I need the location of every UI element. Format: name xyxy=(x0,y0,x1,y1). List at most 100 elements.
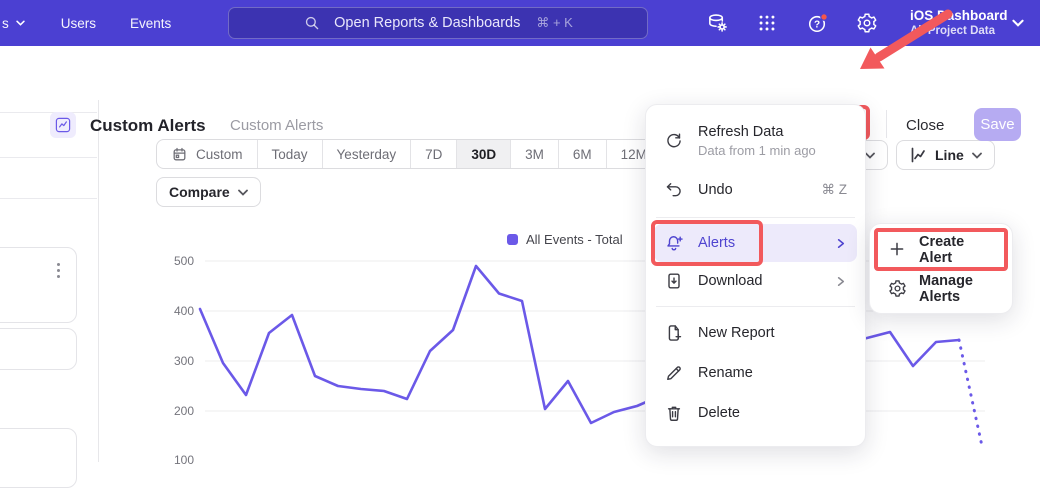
range-custom[interactable]: Custom xyxy=(157,140,257,168)
chevron-down-icon xyxy=(238,189,248,196)
chart-type-label: Line xyxy=(935,147,964,163)
range-7d[interactable]: 7D xyxy=(410,140,456,168)
settings-gear-icon[interactable] xyxy=(856,12,879,35)
undo-icon xyxy=(664,180,684,200)
range-label: 6M xyxy=(573,147,592,162)
line-chart-icon xyxy=(909,146,927,164)
data-management-icon[interactable] xyxy=(706,12,729,35)
y-axis-label: 300 xyxy=(160,354,194,368)
chevron-down-icon[interactable] xyxy=(1012,19,1024,27)
compare-button[interactable]: Compare xyxy=(156,177,261,207)
calendar-icon xyxy=(171,146,188,163)
alerts-submenu: Create Alert Manage Alerts xyxy=(869,223,1013,314)
submenu-item-create-alert[interactable]: Create Alert xyxy=(876,230,1006,269)
submenu-item-label: Manage Alerts xyxy=(919,273,994,305)
range-30d-selected[interactable]: 30D xyxy=(456,140,510,168)
sidebar-divider xyxy=(0,112,97,113)
y-axis-label: 500 xyxy=(160,254,194,268)
chevron-down-icon xyxy=(865,152,875,159)
chevron-down-icon xyxy=(972,152,982,159)
menu-divider xyxy=(656,217,855,218)
save-button[interactable]: Save xyxy=(974,108,1021,141)
search-placeholder: Open Reports & Dashboards xyxy=(334,15,520,31)
range-label: 12M xyxy=(621,147,647,162)
menu-item-label: Alerts xyxy=(698,235,735,251)
chart-type-button[interactable]: Line xyxy=(896,140,995,170)
help-icon[interactable]: ? xyxy=(806,12,829,35)
search-icon xyxy=(303,14,321,32)
project-scope: All Project Data xyxy=(910,24,1008,39)
menu-item-label: Rename xyxy=(698,365,753,381)
range-6m[interactable]: 6M xyxy=(558,140,606,168)
report-icon xyxy=(50,112,76,138)
range-label: Today xyxy=(272,147,308,162)
sidebar-divider xyxy=(0,198,97,199)
kebab-menu-icon[interactable] xyxy=(57,263,60,278)
menu-item-alerts[interactable]: Alerts xyxy=(654,224,857,262)
query-card[interactable] xyxy=(0,247,77,323)
sidebar-divider xyxy=(0,157,97,158)
menu-item-rename[interactable]: Rename xyxy=(654,353,857,393)
notification-badge xyxy=(821,13,828,20)
nav-item-users[interactable]: Users xyxy=(61,16,96,31)
breadcrumb[interactable]: Custom Alerts xyxy=(230,117,323,134)
refresh-icon xyxy=(664,131,684,151)
trash-icon xyxy=(664,403,684,423)
menu-item-label: New Report xyxy=(698,325,775,341)
range-label: 7D xyxy=(425,147,442,162)
gear-icon xyxy=(888,279,907,298)
range-yesterday[interactable]: Yesterday xyxy=(322,140,411,168)
query-card[interactable] xyxy=(0,428,77,488)
menu-item-download[interactable]: Download xyxy=(654,262,857,300)
menu-item-delete[interactable]: Delete xyxy=(654,393,857,433)
menu-divider xyxy=(656,306,855,307)
menu-item-undo[interactable]: Undo ⌘ Z xyxy=(654,169,857,211)
nav-item-truncated[interactable]: s xyxy=(2,16,25,31)
project-name: iOS Dashboard xyxy=(910,7,1008,24)
y-axis-label: 400 xyxy=(160,304,194,318)
more-options-menu: Refresh Data Data from 1 min ago Undo ⌘ … xyxy=(645,104,866,447)
submenu-item-label: Create Alert xyxy=(919,234,994,266)
divider xyxy=(886,110,887,138)
menu-item-label: Refresh Data xyxy=(698,124,816,140)
apps-grid-icon[interactable] xyxy=(756,12,779,35)
submenu-item-manage-alerts[interactable]: Manage Alerts xyxy=(876,269,1006,308)
compare-label: Compare xyxy=(169,184,230,200)
chevron-down-icon xyxy=(16,20,25,26)
range-today[interactable]: Today xyxy=(257,140,322,168)
nav-item-events[interactable]: Events xyxy=(130,16,171,31)
search-shortcut: ⌘ + K xyxy=(536,15,573,31)
project-switcher[interactable]: iOS Dashboard All Project Data xyxy=(910,7,1008,39)
range-label: Custom xyxy=(196,147,243,162)
menu-item-label: Undo xyxy=(698,182,733,198)
date-range-segmented-control: Custom Today Yesterday 7D 30D 3M 6M 12M xyxy=(156,139,662,169)
svg-text:?: ? xyxy=(814,19,820,30)
new-report-icon xyxy=(664,323,684,343)
chart-legend: All Events - Total xyxy=(507,232,623,247)
chart-line-dashed-tail xyxy=(959,340,982,446)
chevron-right-icon xyxy=(834,237,847,250)
range-label: 3M xyxy=(525,147,544,162)
query-card[interactable] xyxy=(0,328,77,370)
range-label: 30D xyxy=(471,147,496,162)
plus-icon xyxy=(888,240,907,259)
query-sidebar xyxy=(0,100,99,462)
range-3m[interactable]: 3M xyxy=(510,140,558,168)
menu-item-new-report[interactable]: New Report xyxy=(654,313,857,353)
report-header: Custom Alerts Custom Alerts GV Duplicate… xyxy=(0,46,1040,100)
download-icon xyxy=(664,271,684,291)
menu-item-refresh-data[interactable]: Refresh Data Data from 1 min ago xyxy=(654,113,857,169)
alerts-bell-icon xyxy=(664,233,684,253)
keyboard-shortcut: ⌘ Z xyxy=(822,182,848,198)
close-button[interactable]: Close xyxy=(906,117,944,134)
y-axis-label: 200 xyxy=(160,404,194,418)
range-label: Yesterday xyxy=(337,147,397,162)
page-title: Custom Alerts xyxy=(90,116,206,136)
menu-item-label: Delete xyxy=(698,405,740,421)
legend-label: All Events - Total xyxy=(526,232,623,247)
global-search[interactable]: Open Reports & Dashboards ⌘ + K xyxy=(228,7,648,39)
pencil-icon xyxy=(664,363,684,383)
menu-item-subtitle: Data from 1 min ago xyxy=(698,143,816,158)
menu-item-label: Download xyxy=(698,273,763,289)
nav-item-truncated-label: s xyxy=(2,16,9,31)
